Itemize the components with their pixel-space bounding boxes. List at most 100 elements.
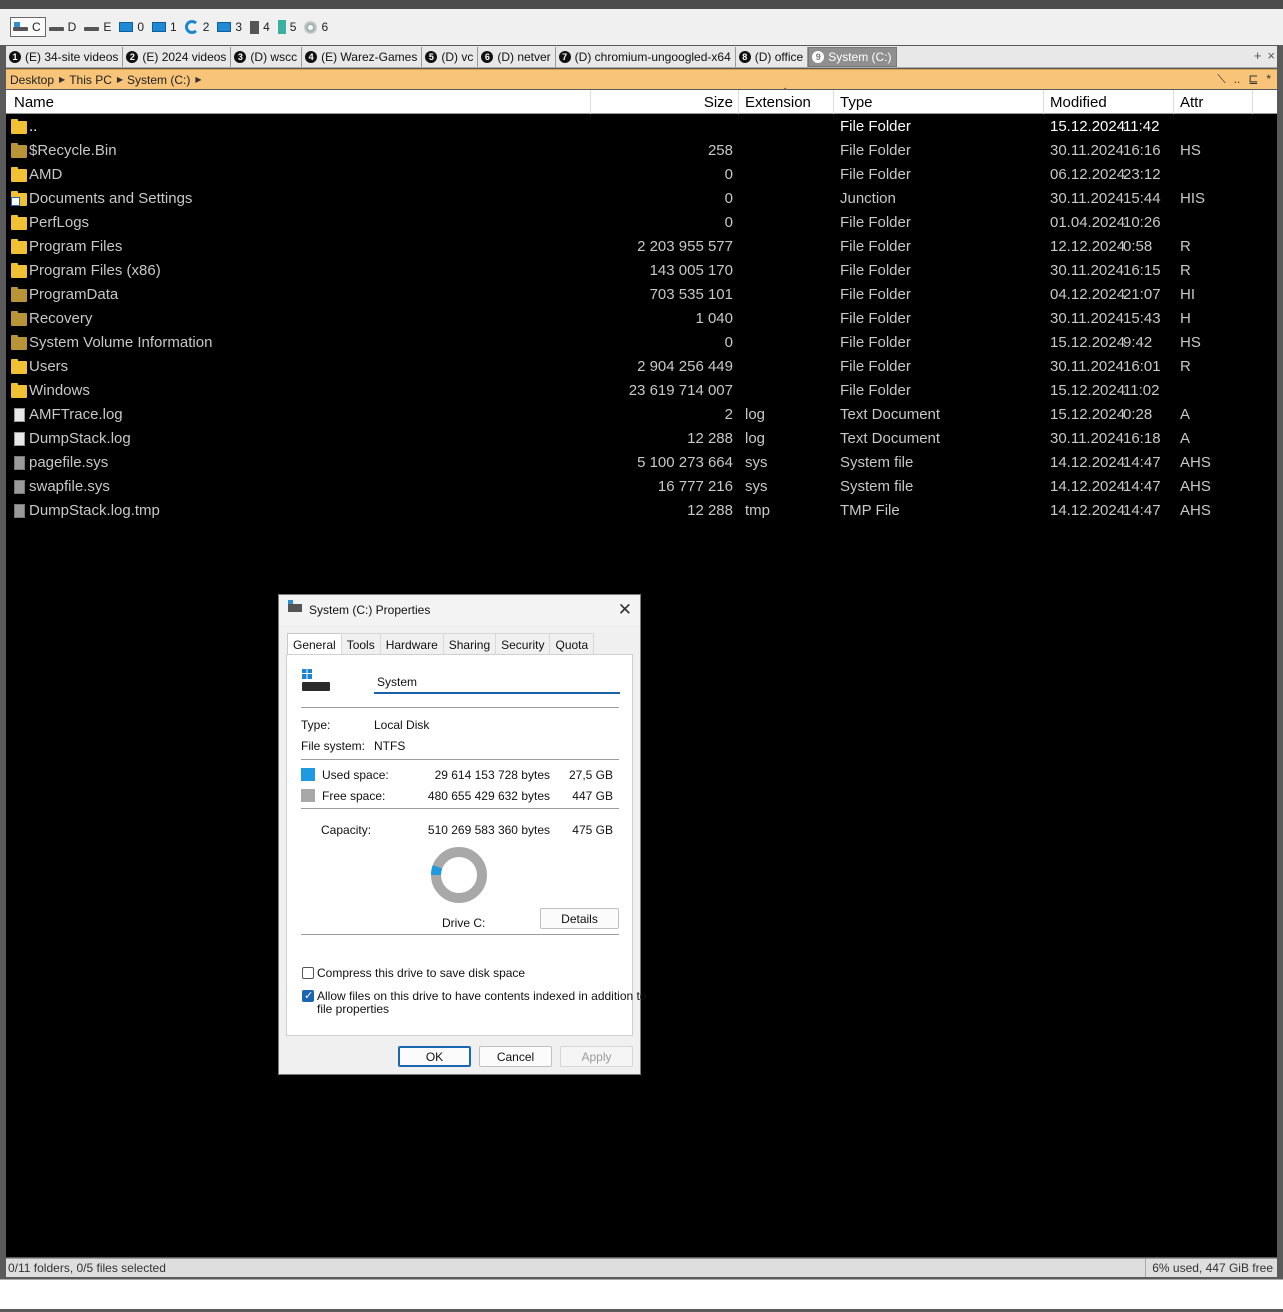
status-disk-usage: 6% used, 447 GiB free [1145, 1259, 1277, 1277]
monitor-icon [217, 22, 232, 32]
file-row[interactable]: AMFTrace.log 2 log Text Document 15.12.2024 0… [6, 403, 1277, 427]
tab-sharing[interactable]: Sharing [442, 633, 497, 654]
address-tool-1[interactable]: ⟍ [1217, 72, 1225, 87]
drive-label: D [67, 20, 77, 34]
cancel-button[interactable]: Cancel [479, 1046, 552, 1067]
drive-label: 2 [202, 20, 210, 34]
tab-quota[interactable]: Quota [549, 633, 595, 654]
address-bar[interactable]: Desktop ▶ This PC ▶ System (C:) ▶ ⟍ .. ⊑ * [6, 69, 1277, 89]
internet-explorer-icon [184, 20, 199, 34]
file-row[interactable]: Documents and Settings 0 Junction 30.11.202… [6, 187, 1277, 211]
column-divider[interactable] [1173, 90, 1174, 114]
file-date: 14.12.2024 [1050, 502, 1126, 519]
file-row[interactable]: PerfLogs 0 File Folder 01.04.2024 10:26 [6, 211, 1277, 235]
drive-button-e[interactable]: E [81, 17, 116, 37]
column-name[interactable]: Name [14, 94, 54, 114]
tab-general[interactable]: General [287, 633, 342, 655]
drive-button-4[interactable]: 4 [247, 17, 275, 37]
compress-label[interactable]: Compress this drive to save disk space [317, 966, 525, 980]
add-tab-button[interactable]: + [1254, 48, 1262, 63]
file-extension: log [745, 430, 766, 447]
tab-1[interactable]: 1 (E) 34-site videos [6, 46, 124, 67]
column-attr[interactable]: Attr [1180, 94, 1203, 114]
file-row[interactable]: Recovery 1 040 File Folder 30.11.2024 15:43 H [6, 307, 1277, 331]
file-size: 12 288 [687, 430, 733, 447]
apply-button[interactable]: Apply [560, 1046, 633, 1067]
tab-5[interactable]: 5 (D) vc [422, 46, 479, 67]
file-row[interactable]: Users 2 904 256 449 File Folder 30.11.2024 1… [6, 355, 1277, 379]
file-row[interactable]: ProgramData 703 535 101 File Folder 04.12.2… [6, 283, 1277, 307]
chevron-right-icon[interactable]: ▶ [59, 75, 65, 84]
drive-button-c[interactable]: C [10, 17, 46, 37]
drive-button-1[interactable]: 1 [149, 17, 182, 37]
file-row[interactable]: DumpStack.log.tmp 12 288 tmp TMP File 14.12.… [6, 499, 1277, 523]
windows-drive-icon [302, 669, 330, 693]
file-list[interactable]: Name Size ⌃ Extension Type Modified Attr… [6, 87, 1277, 1257]
tab-6[interactable]: 6 (D) netver [478, 46, 556, 67]
window-top-edge [0, 0, 1283, 9]
dialog-titlebar[interactable]: System (C:) Properties ✕ [279, 595, 640, 625]
breadcrumb-item[interactable]: System (C:) [127, 73, 190, 87]
close-icon[interactable]: ✕ [618, 600, 632, 620]
column-divider[interactable] [590, 90, 591, 114]
index-label-line2[interactable]: file properties [317, 1002, 389, 1016]
drive-button-3[interactable]: 3 [214, 17, 247, 37]
file-row[interactable]: swapfile.sys 16 777 216 sys System file 14.1… [6, 475, 1277, 499]
file-row[interactable]: $Recycle.Bin 258 File Folder 30.11.2024 16:1… [6, 139, 1277, 163]
file-row[interactable]: Program Files 2 203 955 577 File Folder 12.… [6, 235, 1277, 259]
file-type: File Folder [840, 358, 911, 375]
file-row[interactable]: DumpStack.log 12 288 log Text Document 30.11… [6, 427, 1277, 451]
compress-checkbox[interactable] [302, 967, 314, 979]
drive-button-6[interactable]: 6 [301, 17, 333, 37]
chevron-right-icon[interactable]: ▶ [195, 75, 201, 84]
volume-label-input[interactable] [374, 672, 620, 694]
address-tool-3[interactable]: ⊑ [1248, 72, 1258, 87]
column-modified[interactable]: Modified [1050, 94, 1107, 114]
address-tool-4[interactable]: * [1266, 72, 1271, 87]
address-tool-2[interactable]: .. [1234, 72, 1241, 87]
file-row[interactable]: Windows 23 619 714 007 File Folder 15.12.20… [6, 379, 1277, 403]
column-divider[interactable] [738, 90, 739, 114]
breadcrumb-item[interactable]: Desktop [10, 73, 54, 87]
file-name: Program Files (x86) [29, 262, 161, 279]
file-row[interactable]: Program Files (x86) 143 005 170 File Folde… [6, 259, 1277, 283]
column-divider[interactable] [833, 90, 834, 114]
close-tab-button[interactable]: × [1267, 48, 1275, 63]
tab-4[interactable]: 4 (E) Warez-Games [302, 46, 423, 67]
file-row[interactable]: System Volume Information 0 File Folder 15.… [6, 331, 1277, 355]
tab-security[interactable]: Security [495, 633, 551, 654]
column-divider[interactable] [1043, 90, 1044, 114]
breadcrumb-item[interactable]: This PC [69, 73, 112, 87]
chevron-right-icon[interactable]: ▶ [117, 75, 123, 84]
details-button[interactable]: Details [540, 908, 619, 929]
file-row[interactable]: AMD 0 File Folder 06.12.2024 23:12 [6, 163, 1277, 187]
tab-9[interactable]: 9 System (C:) [808, 46, 897, 67]
file-name: Windows [29, 382, 90, 399]
file-row[interactable]: pagefile.sys 5 100 273 664 sys System file 1… [6, 451, 1277, 475]
parent-folder-row[interactable]: .. File Folder 15.12.2024 11:42 [6, 115, 1277, 139]
tab-tools[interactable]: Tools [340, 633, 381, 654]
drive-button-2[interactable]: 2 [182, 17, 215, 37]
column-type[interactable]: Type [840, 94, 873, 114]
drive-button-5[interactable]: 5 [275, 17, 302, 37]
index-label-line1[interactable]: Allow files on this drive to have conten… [317, 989, 647, 1003]
index-checkbox[interactable] [302, 989, 314, 1002]
command-line[interactable] [0, 1279, 1283, 1309]
free-space-swatch [301, 789, 315, 802]
file-size: 1 040 [695, 310, 733, 327]
tab-8[interactable]: 8 (D) office [736, 46, 809, 67]
ok-button[interactable]: OK [398, 1046, 471, 1067]
column-extension[interactable]: Extension [745, 94, 811, 114]
folder-icon [11, 311, 27, 326]
file-attributes: HS [1180, 142, 1201, 159]
column-size[interactable]: Size [704, 94, 733, 114]
tab-3[interactable]: 3 (D) wscc [231, 46, 303, 67]
drive-button-0[interactable]: 0 [116, 17, 149, 37]
drive-button-d[interactable]: D [46, 17, 82, 37]
tab-2[interactable]: 2 (E) 2024 videos [123, 46, 232, 67]
book-icon [277, 20, 286, 34]
tab-hardware[interactable]: Hardware [379, 633, 444, 654]
column-divider[interactable] [1252, 90, 1253, 114]
tab-7[interactable]: 7 (D) chromium-ungoogled-x64 [556, 46, 736, 67]
tab-label: (E) 2024 videos [142, 49, 227, 64]
